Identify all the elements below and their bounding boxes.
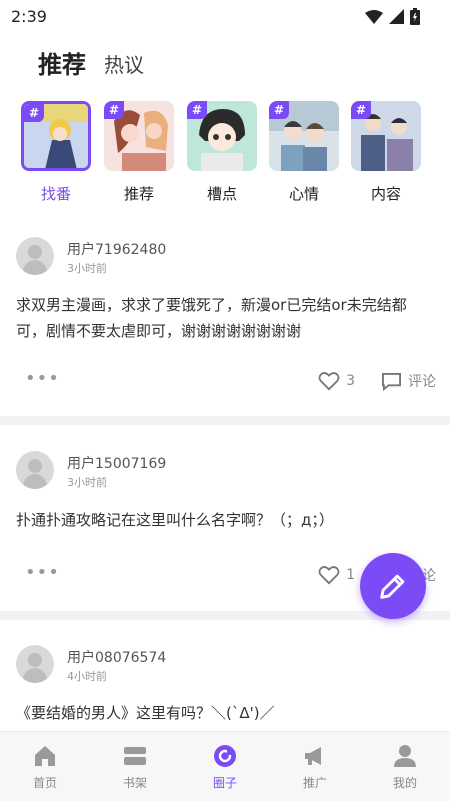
category-thumb: # — [269, 101, 339, 171]
nav-circle-label: 圈子 — [212, 776, 237, 790]
status-icons — [365, 8, 420, 25]
category-thumb: # — [104, 101, 174, 171]
tab-hot[interactable]: 热议 — [104, 49, 144, 80]
comment-label: 评论 — [408, 374, 436, 390]
post-time: 3小时前 — [67, 476, 107, 489]
more-options-button[interactable]: ••• — [25, 368, 60, 389]
like-button[interactable]: 3 — [318, 371, 355, 391]
nav-home-label: 首页 — [32, 776, 57, 790]
category-label: 内容 — [370, 185, 401, 203]
post-card[interactable]: 用户08076574 4小时前 《要结婚的男人》这里有吗？＼(`Δ')／ — [0, 620, 450, 731]
megaphone-icon — [305, 747, 321, 765]
compose-post-button[interactable] — [360, 553, 426, 619]
status-bar: 2:39 — [0, 0, 450, 32]
post-actions: 3 评论 — [318, 371, 436, 391]
category-row: # 找番 # 推荐 # 槽点 # 心情 # 内容 — [0, 101, 450, 211]
heart-icon — [318, 372, 340, 391]
nav-promote[interactable]: 推广 — [270, 732, 360, 801]
category-mood[interactable]: # 心情 — [269, 101, 339, 204]
avatar[interactable] — [16, 645, 54, 683]
post-username[interactable]: 用户71962480 — [67, 239, 166, 259]
category-label: 推荐 — [123, 185, 154, 203]
nav-circle[interactable]: 圈子 — [180, 732, 270, 801]
bookshelf-icon — [124, 747, 146, 765]
post-card[interactable]: 用户71962480 3小时前 求双男主漫画，求求了要饿死了，新漫or已完结or… — [0, 220, 450, 416]
hash-badge: # — [187, 101, 207, 119]
avatar[interactable] — [16, 451, 54, 489]
wifi-icon — [365, 9, 383, 24]
category-find-anime[interactable]: # 找番 — [21, 101, 91, 204]
like-button[interactable]: 1 — [318, 565, 355, 585]
category-thumb: # — [21, 101, 91, 171]
tab-recommend-label: 推荐 — [38, 51, 86, 79]
like-count: 3 — [346, 373, 355, 389]
post-separator — [0, 416, 450, 425]
bottom-nav: 首页 书架 圈子 推广 我的 — [0, 731, 450, 801]
category-content[interactable]: # 内容 — [351, 101, 421, 204]
category-complaints[interactable]: # 槽点 — [187, 101, 257, 204]
category-thumb: # — [351, 101, 421, 171]
category-label: 心情 — [288, 185, 319, 203]
like-count: 1 — [346, 567, 355, 583]
post-username[interactable]: 用户08076574 — [67, 647, 166, 667]
heart-icon — [318, 566, 340, 585]
nav-bookshelf[interactable]: 书架 — [90, 732, 180, 801]
nav-bookshelf-label: 书架 — [122, 776, 147, 790]
signal-icon — [389, 9, 404, 24]
category-label: 找番 — [40, 185, 71, 203]
post-content[interactable]: 求双男主漫画，求求了要饿死了，新漫or已完结or未完结都可，剧情不要太虐即可，谢… — [16, 292, 436, 344]
top-tabs: 推荐 热议 — [31, 40, 144, 82]
category-label: 槽点 — [206, 185, 237, 203]
post-content[interactable]: 扑通扑通攻略记在这里叫什么名字啊？（；д；） — [16, 507, 436, 533]
hash-badge: # — [24, 104, 44, 122]
post-username[interactable]: 用户15007169 — [67, 453, 166, 473]
battery-icon — [410, 8, 420, 25]
hash-badge: # — [351, 101, 371, 119]
post-content[interactable]: 《要结婚的男人》这里有吗？＼(`Δ')／ — [16, 700, 436, 726]
hash-badge: # — [104, 101, 124, 119]
category-thumb: # — [187, 101, 257, 171]
nav-profile[interactable]: 我的 — [360, 732, 450, 801]
nav-home[interactable]: 首页 — [0, 732, 90, 801]
hash-badge: # — [269, 101, 289, 119]
comment-icon — [382, 372, 401, 391]
circle-icon — [214, 745, 236, 767]
nav-profile-label: 我的 — [392, 776, 417, 790]
nav-promote-label: 推广 — [302, 776, 327, 790]
status-time: 2:39 — [11, 7, 47, 26]
avatar[interactable] — [16, 237, 54, 275]
pencil-icon — [380, 574, 405, 599]
category-recommend[interactable]: # 推荐 — [104, 101, 174, 204]
post-time: 3小时前 — [67, 262, 107, 275]
post-time: 4小时前 — [67, 670, 107, 683]
home-icon — [35, 746, 55, 766]
profile-icon — [394, 745, 416, 767]
comment-button[interactable]: 评论 — [381, 371, 436, 391]
more-options-button[interactable]: ••• — [25, 562, 60, 583]
tab-recommend[interactable]: 推荐 — [31, 45, 91, 82]
